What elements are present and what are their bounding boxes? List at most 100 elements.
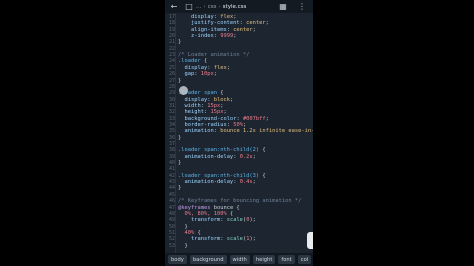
code-token: background-color xyxy=(184,115,237,122)
code-token: flex xyxy=(213,64,227,71)
code-token: { xyxy=(216,90,224,97)
code-token: } xyxy=(178,77,182,84)
code-token: ; xyxy=(242,121,247,128)
code-token: { xyxy=(226,210,234,217)
breadcrumb: … › css › style.css xyxy=(196,0,246,13)
snippet-chip-background[interactable]: background xyxy=(189,255,227,264)
folder-icon[interactable]: □ xyxy=(183,0,195,13)
code-token: ); xyxy=(249,217,256,224)
code-token: 40% xyxy=(184,229,195,236)
code-token: gap xyxy=(184,71,195,78)
code-token: animation xyxy=(184,128,214,135)
code-token: animation-delay xyxy=(184,179,234,186)
code-token: block xyxy=(213,96,230,103)
editor-header: ← □ … › css › style.css ▦ ⋮ xyxy=(165,0,313,13)
code-token: transform xyxy=(190,217,221,224)
snippet-chip-col[interactable]: col xyxy=(297,255,312,264)
snippet-chip-width[interactable]: width xyxy=(229,255,250,264)
breadcrumb-file[interactable]: style.css xyxy=(223,4,247,10)
code-token: .loader span:nth-child(2) xyxy=(178,147,260,154)
code-token: scale xyxy=(226,217,243,224)
code-token: 0%, 80%, 100% xyxy=(184,210,227,217)
code-token: } xyxy=(178,185,182,192)
snippet-chip-font[interactable]: font xyxy=(278,255,295,264)
breadcrumb-separator: › xyxy=(203,3,206,10)
phone-screen: ← □ … › css › style.css ▦ ⋮ 17 display: … xyxy=(165,0,313,266)
code-token: ; xyxy=(252,179,256,186)
code-token: 50% xyxy=(233,121,243,128)
code-token: animation-delay xyxy=(184,153,234,160)
code-token: ; xyxy=(265,20,269,27)
code-token: 15px xyxy=(207,102,221,109)
code-token: #007bff xyxy=(242,115,266,122)
code-token: { xyxy=(259,147,266,154)
breadcrumb-folder[interactable]: css xyxy=(208,4,217,10)
code-token: /* Loader animation */ xyxy=(178,52,250,59)
code-token: 9999 xyxy=(220,33,234,40)
code-token: width xyxy=(184,102,201,109)
code-token: 0.4s xyxy=(239,179,253,186)
code-token: bounce 1.2s infinite ease-in-out xyxy=(220,128,313,135)
code-token: display xyxy=(190,14,214,20)
code-token: flex xyxy=(220,14,234,20)
code-token: { xyxy=(200,58,208,65)
code-token: border-radius xyxy=(184,121,227,128)
snippet-toolbar: body background width height font col xyxy=(165,253,313,266)
code-token: .loader xyxy=(178,58,201,65)
arrow-left-icon[interactable]: ← xyxy=(168,0,180,13)
code-editor[interactable]: 17 display: flex; 18 justify-content: cen… xyxy=(165,13,313,253)
code-token: } xyxy=(178,223,188,230)
code-token: ; xyxy=(229,96,234,103)
code-token: display xyxy=(184,96,208,103)
save-icon[interactable]: ▦ xyxy=(277,0,289,13)
code-token: } xyxy=(178,160,182,167)
line-code: } xyxy=(178,242,188,251)
code-token: bounce { xyxy=(210,204,240,211)
code-token: { xyxy=(259,172,266,179)
scroll-handle[interactable] xyxy=(307,232,313,249)
code-token: } xyxy=(178,39,182,46)
breadcrumb-root[interactable]: … xyxy=(196,4,202,10)
code-token: ; xyxy=(223,109,227,116)
code-token: ; xyxy=(220,102,224,109)
code-token: ; xyxy=(252,153,256,160)
code-token: 15px xyxy=(210,109,224,116)
code-token: display xyxy=(184,64,208,71)
code-token: center xyxy=(246,20,266,27)
code-token: ); xyxy=(249,236,256,243)
code-token: align-items xyxy=(190,26,227,33)
code-token: } xyxy=(178,242,188,249)
code-token: { xyxy=(194,229,201,236)
code-token: 10px xyxy=(200,71,214,78)
snippet-chip-body[interactable]: body xyxy=(168,255,187,264)
code-token: .loader span:nth-child(3) xyxy=(178,172,260,179)
code-token: height xyxy=(184,109,204,116)
code-line[interactable]: 53 } xyxy=(165,243,313,251)
code-token: ; xyxy=(252,26,256,33)
more-vertical-icon[interactable]: ⋮ xyxy=(296,0,308,13)
code-token: center xyxy=(233,26,253,33)
code-token: 0.2s xyxy=(239,153,253,160)
snippet-chip-height[interactable]: height xyxy=(252,255,276,264)
code-token: ; xyxy=(265,115,269,122)
code-token: scale xyxy=(226,236,243,243)
code-token: } xyxy=(178,134,182,141)
code-token: /* Keyframes for bouncing animation */ xyxy=(178,198,302,205)
code-token: ; xyxy=(233,14,237,20)
code-token: @keyframes xyxy=(178,204,211,211)
code-token: ; xyxy=(213,71,217,78)
code-token: ; xyxy=(233,33,237,40)
breadcrumb-separator: › xyxy=(218,3,221,10)
code-token: justify-content xyxy=(190,20,240,27)
line-number: 53 xyxy=(168,242,175,249)
touch-cursor-indicator xyxy=(179,86,188,95)
code-token: ; xyxy=(226,64,230,71)
code-token: z-index xyxy=(190,33,214,40)
code-token: transform xyxy=(190,236,221,243)
